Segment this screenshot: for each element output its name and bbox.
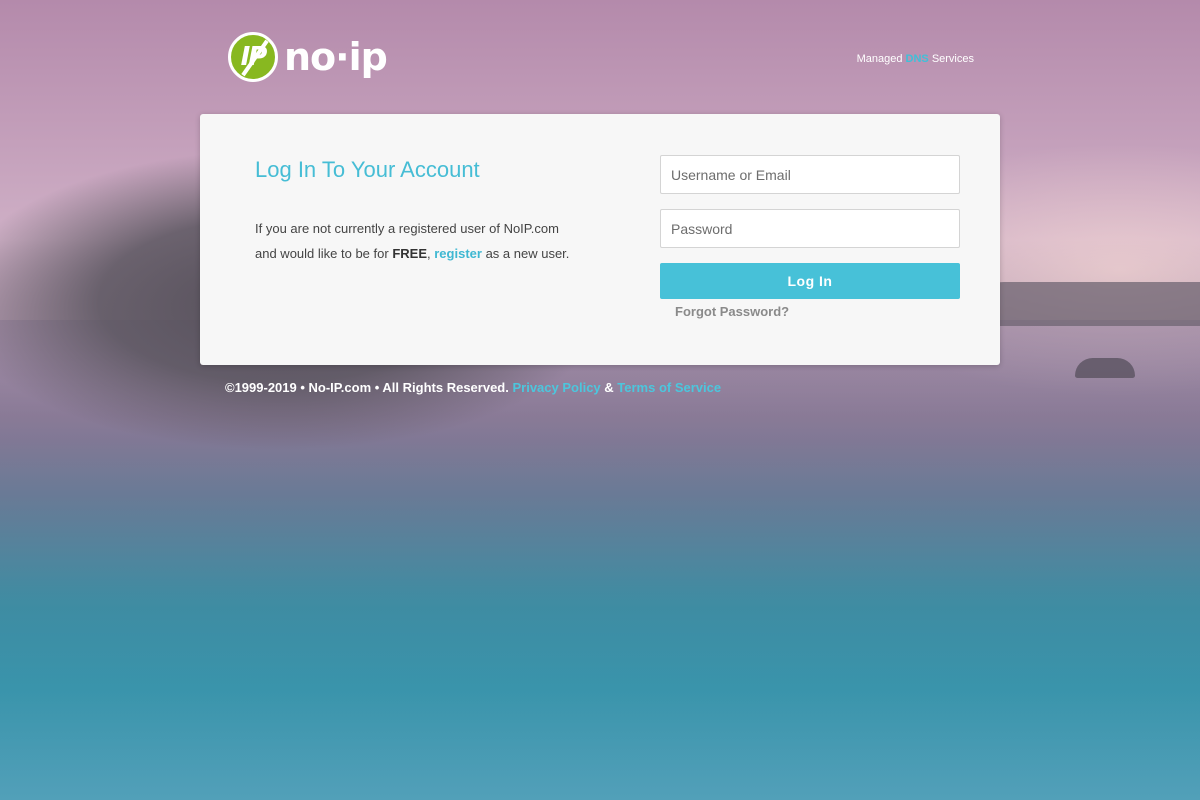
background-small-rock	[1075, 358, 1135, 378]
register-link[interactable]: register	[434, 246, 482, 261]
desc-line-1: If you are not currently a registered us…	[255, 221, 559, 236]
page-footer: ©1999-2019 • No-IP.com • All Rights Rese…	[225, 380, 721, 395]
footer-ampersand: &	[604, 380, 614, 395]
desc-line-2-prefix: and would like to be for	[255, 246, 389, 261]
register-description: If you are not currently a registered us…	[255, 216, 595, 266]
desc-free: FREE	[392, 246, 427, 261]
no-ip-logo-icon: IP	[228, 32, 278, 82]
no-ip-logo[interactable]: IP no·ip	[228, 32, 388, 82]
login-button[interactable]: Log In	[660, 263, 960, 299]
tagline-dns: DNS	[905, 53, 929, 65]
desc-comma: ,	[427, 246, 431, 261]
terms-of-service-link[interactable]: Terms of Service	[617, 380, 721, 395]
page-header: IP no·ip Managed DNS Services	[228, 32, 976, 84]
desc-suffix: as a new user.	[485, 246, 570, 261]
copyright-text: ©1999-2019 • No-IP.com • All Rights Rese…	[225, 380, 509, 395]
tagline: Managed DNS Services	[857, 53, 974, 65]
logo-wordmark: no·ip	[284, 35, 388, 79]
forgot-password-link[interactable]: Forgot Password?	[675, 304, 789, 319]
tagline-suffix: Services	[931, 53, 974, 65]
tagline-prefix: Managed	[856, 53, 903, 65]
username-input[interactable]	[660, 155, 960, 194]
page-title: Log In To Your Account	[255, 157, 480, 182]
login-card: Log In To Your Account If you are not cu…	[200, 114, 1000, 365]
privacy-policy-link[interactable]: Privacy Policy	[512, 380, 600, 395]
password-input[interactable]	[660, 209, 960, 248]
